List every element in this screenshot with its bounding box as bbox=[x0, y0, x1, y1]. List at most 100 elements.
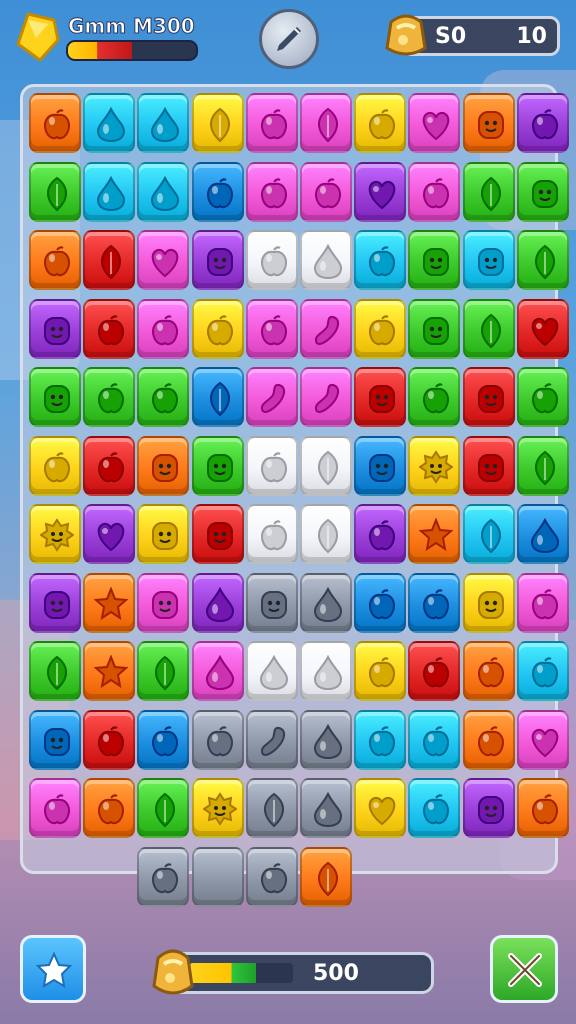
tile-yellow-apple[interactable] bbox=[354, 93, 407, 153]
tile-pink-face[interactable] bbox=[137, 572, 190, 633]
tile-pink-apple[interactable] bbox=[245, 93, 298, 153]
tile-pink-heart[interactable] bbox=[516, 709, 569, 770]
tile-purple-face[interactable] bbox=[29, 572, 81, 633]
tile-gray-apple[interactable] bbox=[191, 709, 244, 770]
tile-white-drop[interactable] bbox=[245, 641, 298, 701]
tile-pink-heart[interactable] bbox=[137, 230, 190, 290]
tile-gray-drop[interactable] bbox=[300, 709, 352, 770]
tile-gray-face[interactable] bbox=[245, 572, 298, 633]
tile-orange-apple[interactable] bbox=[516, 778, 569, 838]
tile-yellow-apple[interactable] bbox=[29, 435, 81, 496]
tile-green-face[interactable] bbox=[29, 367, 81, 427]
tile-white-leaf[interactable] bbox=[300, 504, 352, 564]
tile-cyan-leaf[interactable] bbox=[462, 504, 515, 564]
tile-green-leaf[interactable] bbox=[516, 435, 569, 496]
tile-white-drop[interactable] bbox=[300, 641, 352, 701]
pencil-button[interactable] bbox=[259, 9, 319, 69]
tile-orange-face[interactable] bbox=[137, 435, 190, 496]
tile-red-face[interactable] bbox=[354, 367, 407, 427]
tile-green-leaf[interactable] bbox=[462, 161, 515, 222]
tile-white-drop[interactable] bbox=[300, 230, 352, 290]
tile-green-face[interactable] bbox=[408, 298, 461, 359]
tile-yellow-heart[interactable] bbox=[354, 778, 407, 838]
tile-gray-drop[interactable] bbox=[300, 572, 352, 633]
tile-white-apple[interactable] bbox=[245, 504, 298, 564]
tile-green-leaf[interactable] bbox=[29, 641, 81, 701]
tile-green-leaf[interactable] bbox=[516, 230, 569, 290]
tile-cyan-apple[interactable] bbox=[354, 709, 407, 770]
tile-pink-bean[interactable] bbox=[300, 298, 352, 359]
tile-red-apple[interactable] bbox=[83, 435, 136, 496]
tile-gray-apple[interactable] bbox=[137, 846, 190, 907]
tile-orange-apple[interactable] bbox=[29, 230, 81, 290]
tile-pink-apple[interactable] bbox=[300, 161, 352, 222]
tile-blue-face[interactable] bbox=[354, 435, 407, 496]
tile-green-leaf[interactable] bbox=[137, 641, 190, 701]
tile-red-heart[interactable] bbox=[516, 298, 569, 359]
tile-cyan-drop[interactable] bbox=[137, 161, 190, 222]
tile-pink-bean[interactable] bbox=[300, 367, 352, 427]
tile-purple-apple[interactable] bbox=[516, 93, 569, 153]
tile-white-apple[interactable] bbox=[245, 435, 298, 496]
tile-red-face[interactable] bbox=[191, 504, 244, 564]
tile-green-leaf[interactable] bbox=[137, 778, 190, 838]
tile-purple-apple[interactable] bbox=[354, 504, 407, 564]
tile-pink-heart[interactable] bbox=[408, 93, 461, 153]
tile-red-apple[interactable] bbox=[408, 641, 461, 701]
tile-blue-apple[interactable] bbox=[408, 572, 461, 633]
tile-orange-star[interactable] bbox=[83, 572, 136, 633]
tile-green-face[interactable] bbox=[191, 435, 244, 496]
tile-blue-leaf[interactable] bbox=[191, 367, 244, 427]
tile-green-apple[interactable] bbox=[408, 367, 461, 427]
tile-yellow-sun[interactable] bbox=[408, 435, 461, 496]
tile-red-face[interactable] bbox=[462, 367, 515, 427]
tile-gray-none[interactable] bbox=[191, 846, 244, 907]
tile-red-apple[interactable] bbox=[83, 298, 136, 359]
tile-yellow-sun[interactable] bbox=[29, 504, 81, 564]
tile-pink-drop[interactable] bbox=[191, 641, 244, 701]
tile-cyan-face[interactable] bbox=[462, 230, 515, 290]
tile-gray-apple[interactable] bbox=[245, 846, 298, 907]
tile-white-apple[interactable] bbox=[245, 230, 298, 290]
tile-pink-apple[interactable] bbox=[516, 572, 569, 633]
tile-green-leaf[interactable] bbox=[462, 298, 515, 359]
tile-blue-apple[interactable] bbox=[354, 572, 407, 633]
tile-yellow-apple[interactable] bbox=[191, 298, 244, 359]
tile-red-leaf[interactable] bbox=[83, 230, 136, 290]
tile-green-leaf[interactable] bbox=[29, 161, 81, 222]
tile-orange-star[interactable] bbox=[83, 641, 136, 701]
tile-white-leaf[interactable] bbox=[300, 435, 352, 496]
tile-orange-apple[interactable] bbox=[462, 709, 515, 770]
tile-cyan-apple[interactable] bbox=[408, 778, 461, 838]
tile-purple-face[interactable] bbox=[191, 230, 244, 290]
tile-yellow-sun[interactable] bbox=[191, 778, 244, 838]
tile-cyan-apple[interactable] bbox=[408, 709, 461, 770]
tile-cyan-drop[interactable] bbox=[83, 93, 136, 153]
tile-cyan-apple[interactable] bbox=[354, 230, 407, 290]
tile-pink-leaf[interactable] bbox=[300, 93, 352, 153]
tile-gray-bean[interactable] bbox=[245, 709, 298, 770]
tile-purple-face[interactable] bbox=[29, 298, 81, 359]
tile-yellow-leaf[interactable] bbox=[191, 93, 244, 153]
tile-blue-apple[interactable] bbox=[137, 709, 190, 770]
tile-green-apple[interactable] bbox=[516, 367, 569, 427]
tile-red-face[interactable] bbox=[462, 435, 515, 496]
tile-yellow-apple[interactable] bbox=[354, 641, 407, 701]
tile-gray-drop[interactable] bbox=[300, 778, 352, 838]
tile-cyan-apple[interactable] bbox=[516, 641, 569, 701]
tile-blue-drop[interactable] bbox=[516, 504, 569, 564]
tile-purple-heart[interactable] bbox=[354, 161, 407, 222]
tile-orange-apple[interactable] bbox=[29, 93, 81, 153]
tile-gray-leaf[interactable] bbox=[245, 778, 298, 838]
tile-pink-apple[interactable] bbox=[245, 161, 298, 222]
tile-orange-leaf[interactable] bbox=[300, 846, 352, 907]
tile-pink-bean[interactable] bbox=[245, 367, 298, 427]
tile-green-face[interactable] bbox=[408, 230, 461, 290]
tile-yellow-face[interactable] bbox=[462, 572, 515, 633]
tile-orange-star[interactable] bbox=[408, 504, 461, 564]
tile-green-apple[interactable] bbox=[137, 367, 190, 427]
tools-button[interactable] bbox=[490, 935, 558, 1003]
tile-blue-face[interactable] bbox=[29, 709, 81, 770]
tile-cyan-drop[interactable] bbox=[137, 93, 190, 153]
tile-cyan-drop[interactable] bbox=[83, 161, 136, 222]
